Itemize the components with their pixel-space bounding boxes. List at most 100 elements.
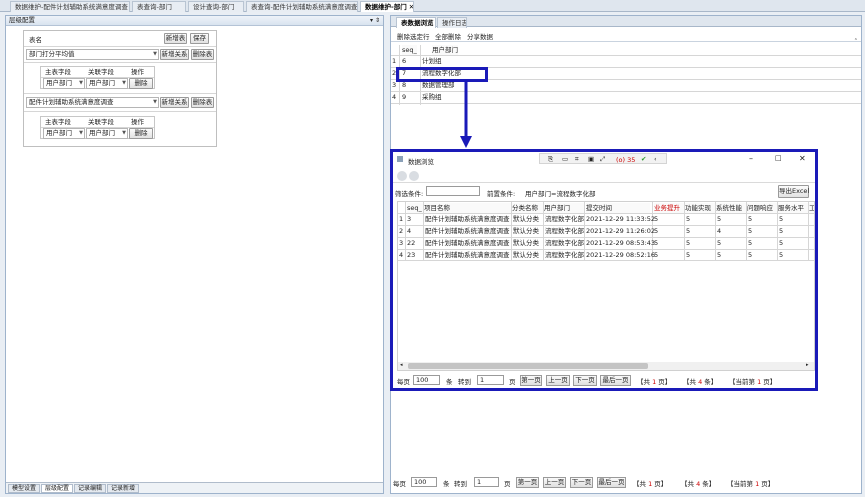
cell-score[interactable]: 5 [654,250,658,260]
cell-score[interactable]: 5 [748,250,752,260]
per-page-input[interactable]: 100 [413,375,440,385]
delete-relation-button[interactable]: 删除 [129,78,153,89]
cell-seq[interactable]: 23 [407,250,415,260]
tab-record-edit[interactable]: 记录编辑 [74,484,107,493]
tab-query-dept[interactable]: 表查询-部门 [132,1,186,12]
delete-selected-button[interactable]: 删除选定行 [397,31,430,41]
cell-dept[interactable]: 计划组 [422,56,442,66]
maximize-icon[interactable]: □ [775,154,782,162]
goto-input[interactable]: 1 [474,477,499,487]
cell-time[interactable]: 2021-12-29 11:33:52 [586,214,655,224]
delete-all-button[interactable]: 全部删除 [435,31,461,41]
cell-category[interactable]: 默认分类 [513,250,539,260]
chevron-left-icon[interactable]: ◂ [400,362,403,368]
video-icon[interactable]: ▭ [562,155,568,163]
cell-score[interactable]: 5 [686,238,690,248]
cell-project[interactable]: 配件计划辅助系统满意度调查 [425,250,511,260]
prev-page-button[interactable]: 上一页 [546,375,570,386]
close-icon[interactable]: ✕ [799,154,806,163]
cell-score[interactable]: 5 [779,238,783,248]
new-relation-button[interactable]: 新增关系 [160,97,189,108]
forward-icon[interactable] [409,171,419,181]
cell-dept[interactable]: 流程数字化部 [545,214,584,224]
check-icon[interactable]: ✔ [641,155,646,163]
pin-icon[interactable]: ▾ ⇕ [370,16,380,25]
table-select-1[interactable]: 部门打分平均值 ▼ [26,49,159,60]
first-page-button[interactable]: 第一页 [516,477,539,488]
delete-relation-button[interactable]: 删除 [129,128,153,139]
cell-dept[interactable]: 流程数字化部 [545,226,584,236]
cell-score[interactable]: 5 [717,250,721,260]
next-page-button[interactable]: 下一页 [573,375,597,386]
delete-table-button[interactable]: 删除表 [191,49,214,60]
cell-project[interactable]: 配件计划辅助系统满意度调查 [425,238,511,248]
per-page-input[interactable]: 100 [411,477,437,487]
frame-icon[interactable]: ▣ [588,155,594,163]
tab-maintain-survey[interactable]: 数据维护-配件计划辅助系统满意度调查 [10,1,130,12]
cell-score[interactable]: 4 [717,226,721,236]
main-field-select[interactable]: 用户部门 ▼ [43,78,85,89]
tab-table-browse[interactable]: 表数据浏览 [396,17,436,28]
cell-time[interactable]: 2021-12-29 11:26:02 [586,226,655,236]
cell-time[interactable]: 2021-12-29 08:52:16 [586,250,655,260]
cell-score[interactable]: 5 [654,226,658,236]
cell-seq[interactable]: 4 [407,226,411,236]
tab-query-survey[interactable]: 表查询-配件计划辅助系统满意度调查 [246,1,358,12]
new-relation-button[interactable]: 新增关系 [160,49,189,60]
cell-score[interactable]: 5 [654,214,658,224]
cell-dept[interactable]: 采购组 [422,92,442,102]
last-page-button[interactable]: 最后一页 [600,375,631,386]
share-data-button[interactable]: 分享数据 [467,31,493,41]
cell-project[interactable]: 配件计划辅助系统满意度调查 [425,226,511,236]
prev-page-button[interactable]: 上一页 [543,477,566,488]
new-table-button[interactable]: 新增表 [164,33,187,44]
cell-dept[interactable]: 流程数字化部 [545,238,584,248]
chevron-right-icon[interactable]: ▸ [806,362,809,368]
scroll-thumb[interactable] [408,363,648,369]
minimize-icon[interactable]: – [749,154,753,163]
cell-score[interactable]: 5 [654,238,658,248]
table-select-2[interactable]: 配件计划辅助系统满意度调查 ▼ [26,97,159,108]
close-icon[interactable]: ✕ [409,3,413,11]
cell-score[interactable]: 5 [748,214,752,224]
cell-score[interactable]: 5 [686,250,690,260]
resize-icon[interactable]: ⤢ [600,155,605,164]
relation-field-select[interactable]: 用户部门 ▼ [86,128,128,139]
back-icon[interactable] [397,171,407,181]
cell-time[interactable]: 2021-12-29 08:53:43 [586,238,655,248]
tab-maintain-dept[interactable]: 数据维护-部门 ✕ [360,1,414,12]
tab-design-query-dept[interactable]: 设计查询-部门 [188,1,244,12]
cell-score[interactable]: 5 [748,226,752,236]
goto-input[interactable]: 1 [477,375,504,385]
crop-icon[interactable]: ⌗ [575,155,579,164]
cell-score[interactable]: 5 [686,214,690,224]
cell-score[interactable]: 5 [686,226,690,236]
cell-project[interactable]: 配件计划辅助系统满意度调查 [425,214,511,224]
relation-field-select[interactable]: 用户部门 ▼ [86,78,128,89]
cell-seq[interactable]: 9 [402,92,406,102]
chevron-left-icon[interactable]: ‹ [654,155,657,163]
cell-score[interactable]: 5 [779,226,783,236]
tab-record-add[interactable]: 记录新增 [107,484,140,493]
cell-category[interactable]: 默认分类 [513,226,539,236]
save-button[interactable]: 保存 [190,33,209,44]
horizontal-scrollbar[interactable]: ◂ ▸ [398,362,814,370]
last-page-button[interactable]: 最后一页 [597,477,626,488]
cell-score[interactable]: 5 [717,214,721,224]
cell-score[interactable]: 5 [779,250,783,260]
main-field-select[interactable]: 用户部门 ▼ [43,128,85,139]
cell-dept[interactable]: 流程数字化部 [545,250,584,260]
cell-category[interactable]: 默认分类 [513,238,539,248]
cell-seq[interactable]: 3 [407,214,411,224]
delete-table-button[interactable]: 删除表 [191,97,214,108]
cell-score[interactable]: 5 [779,214,783,224]
filter-input[interactable] [426,186,480,196]
cell-score[interactable]: 5 [717,238,721,248]
cell-score[interactable]: 5 [748,238,752,248]
screenshot-icon[interactable]: ⎘ [548,155,553,164]
next-page-button[interactable]: 下一页 [570,477,593,488]
export-excel-button[interactable]: 导出Excel [778,185,809,198]
cell-seq[interactable]: 6 [402,56,406,66]
first-page-button[interactable]: 第一页 [520,375,542,386]
tab-level-config[interactable]: 层级配置 [41,484,74,493]
